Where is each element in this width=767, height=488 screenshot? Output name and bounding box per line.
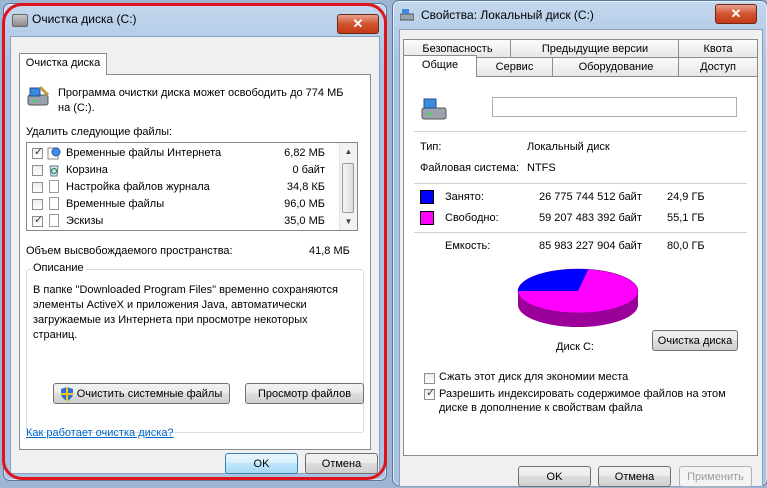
separator [414,183,747,184]
drive-large-icon [420,97,450,123]
used-gb: 24,9 ГБ [667,191,705,203]
used-label: Занято: [445,191,484,203]
used-color-swatch [420,190,434,204]
fs-value: NTFS [527,162,556,174]
cancel-button[interactable]: Отмена [598,466,671,487]
tab-service[interactable]: Сервис [475,57,554,76]
type-label: Тип: [420,141,442,153]
capacity-gb: 80,0 ГБ [667,240,705,252]
index-checkbox[interactable]: ✓ [424,387,436,400]
window-client-area: Безопасность Предыдущие версии Квота Общ… [399,29,763,487]
disk-usage-pie [517,268,639,327]
compress-label: Сжать этот диск для экономии места [439,371,629,383]
tab-quota[interactable]: Квота [678,39,758,58]
volume-name-input[interactable] [492,97,737,117]
free-bytes: 59 207 483 392 байт [539,212,642,224]
tab-sharing[interactable]: Доступ [678,57,758,76]
check-mark: ✓ [426,387,436,399]
close-button[interactable]: ✕ [715,4,757,24]
used-bytes: 26 775 744 512 байт [539,191,642,203]
tab-hardware[interactable]: Оборудование [552,57,680,76]
free-color-swatch [420,211,434,225]
drive-icon [399,9,415,21]
tab-disk-cleanup[interactable]: Очистка диска [19,53,107,75]
index-label-line1: Разрешить индексировать содержимое файло… [439,388,726,400]
window-title: Свойства: Локальный диск (C:) [421,8,594,22]
tab-panel: Тип: Локальный диск Файловая система: NT… [403,76,758,456]
fs-label: Файловая система: [420,162,520,174]
free-gb: 55,1 ГБ [667,212,705,224]
apply-button[interactable]: Применить [679,466,752,487]
tab-general[interactable]: Общие [403,55,477,77]
separator [414,232,747,233]
tab-previous-versions[interactable]: Предыдущие версии [510,39,680,58]
ok-button[interactable]: OK [518,466,591,487]
disk-cleanup-button[interactable]: Очистка диска [652,330,738,351]
free-label: Свободно: [445,212,499,224]
separator [414,131,747,132]
capacity-label: Емкость: [445,240,491,252]
index-label-line2: диске в дополнение к свойствам файла [439,402,643,414]
pie-used-slice [517,268,589,291]
disk-label: Диск C: [556,341,594,353]
compress-checkbox[interactable] [424,373,435,384]
type-value: Локальный диск [527,141,610,153]
capacity-bytes: 85 983 227 904 байт [539,240,642,252]
properties-window: Свойства: Локальный диск (C:) ✕ Безопасн… [392,0,767,487]
